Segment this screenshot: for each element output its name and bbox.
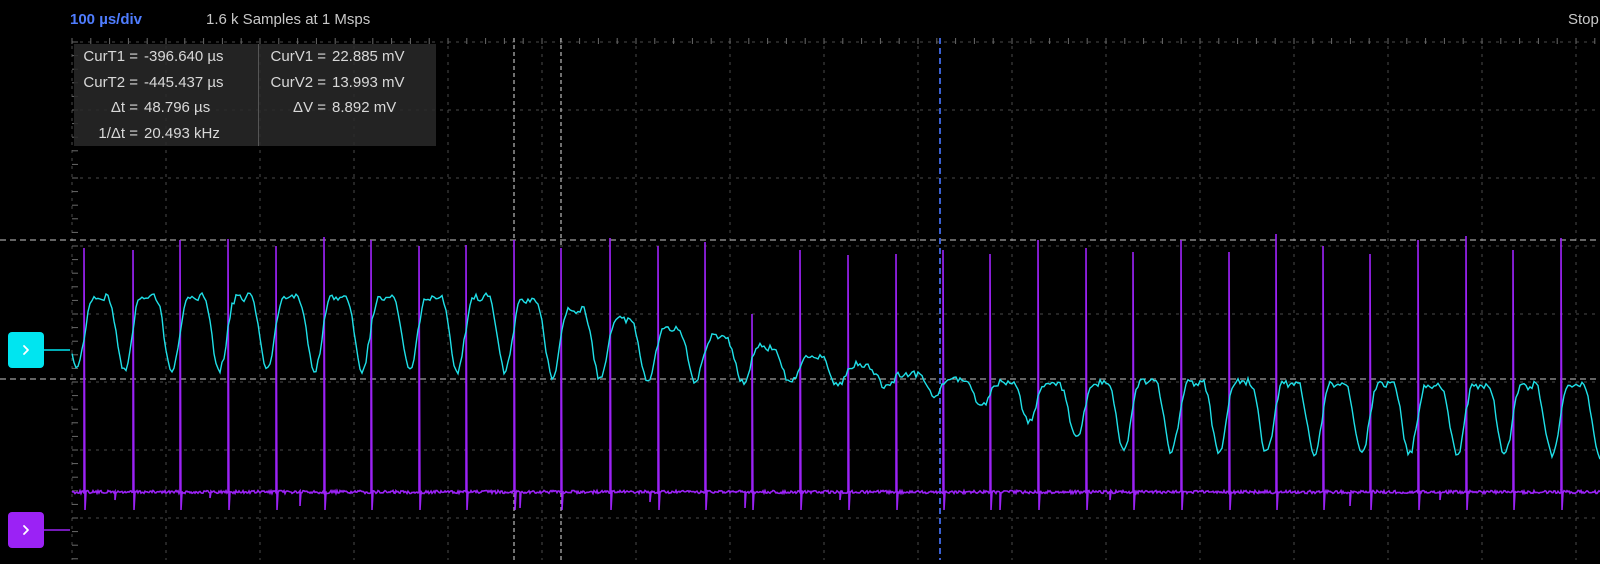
time-cursor-readout: CurT1 = -396.640 µs CurT2 = -445.437 µs Δt…: [74, 44, 254, 146]
readout-label: CurV2 =: [270, 73, 326, 91]
readout-label: CurT2 =: [83, 73, 138, 91]
chevron-right-icon: [23, 525, 29, 535]
cursor-readout-panel: CurT1 = -396.640 µs CurT2 = -445.437 µs Δt…: [74, 44, 436, 146]
readout-label: CurT1 =: [83, 48, 138, 65]
readout-row-curt1: CurT1 = -396.640 µs: [74, 44, 254, 70]
readout-row-delta-v: ΔV = 8.892 mV: [262, 95, 442, 121]
readout-row-curv1: CurV1 = 22.885 mV: [262, 44, 442, 70]
readout-value: -445.437 µs: [144, 73, 224, 91]
readout-value: -396.640 µs: [144, 48, 224, 65]
readout-value: 22.885 mV: [332, 48, 405, 65]
readout-row-curv2: CurV2 = 13.993 mV: [262, 70, 442, 96]
readout-value: 8.892 mV: [332, 99, 397, 116]
channel-1-offset-marker[interactable]: [8, 332, 44, 368]
readout-divider: [258, 44, 259, 146]
run-status[interactable]: Stop: [1568, 11, 1599, 28]
readout-row-delta-t: Δt = 48.796 µs: [74, 95, 254, 121]
channel-2-trace: [71, 233, 1600, 511]
readout-label: ΔV =: [293, 99, 326, 116]
readout-value: 20.493 kHz: [144, 124, 220, 142]
timebase-label[interactable]: 100 µs/div: [70, 11, 142, 28]
readout-value: 13.993 mV: [332, 73, 405, 91]
readout-row-frequency: 1/Δt = 20.493 kHz: [74, 121, 254, 147]
readout-value: 48.796 µs: [144, 99, 211, 116]
readout-label: CurV1 =: [270, 48, 326, 65]
chevron-right-icon: [23, 345, 29, 355]
readout-row-curt2: CurT2 = -445.437 µs: [74, 70, 254, 96]
voltage-cursor-readout: CurV1 = 22.885 mV CurV2 = 13.993 mV ΔV = 8.…: [262, 44, 442, 121]
top-status-bar: 100 µs/div 1.6 k Samples at 1 Msps Stop: [0, 0, 1600, 40]
channel-2-offset-marker[interactable]: [8, 512, 44, 548]
readout-label: 1/Δt =: [98, 124, 138, 142]
readout-label: Δt =: [110, 99, 138, 116]
sample-info: 1.6 k Samples at 1 Msps: [206, 11, 371, 28]
